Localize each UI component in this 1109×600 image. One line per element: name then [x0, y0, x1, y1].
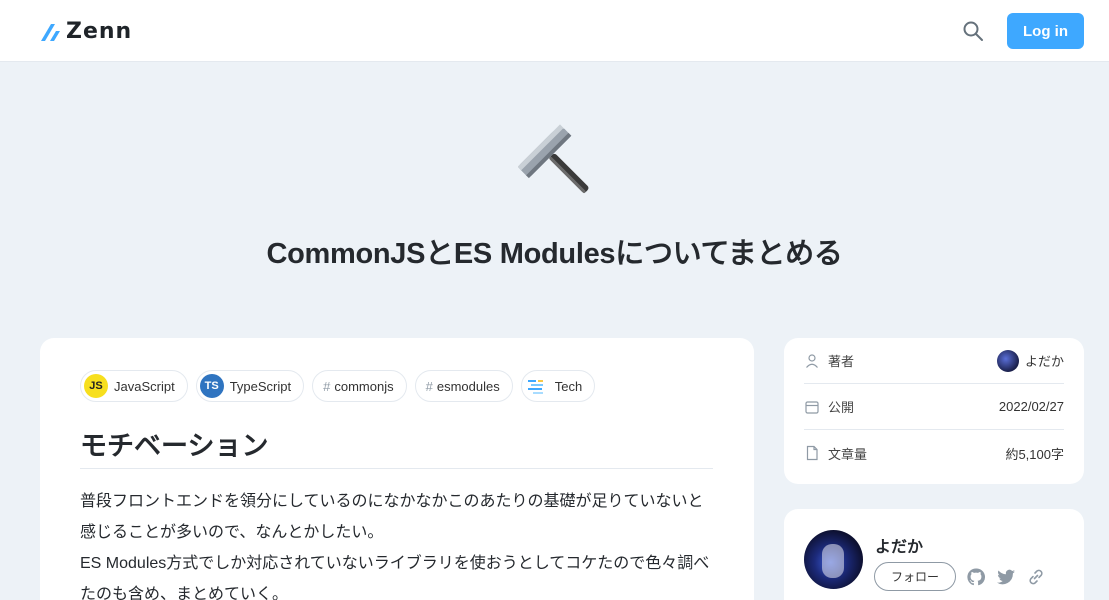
javascript-icon: JS — [84, 374, 108, 398]
tag-label: JavaScript — [114, 378, 175, 394]
tag-label: esmodules — [436, 378, 500, 394]
user-icon — [806, 353, 818, 368]
hash-icon: # — [425, 378, 433, 394]
author-card: よだか フォロー — [784, 509, 1084, 600]
tag-esmodules[interactable]: # esmodules — [414, 370, 513, 402]
follow-button[interactable]: フォロー — [874, 562, 956, 591]
article-meta-card: 著者 よだか 公開 2022/02/27 文章量 約5,100字 — [784, 338, 1084, 484]
site-header: Zenn Log in — [0, 0, 1109, 62]
zenn-logo[interactable]: Zenn — [40, 19, 132, 44]
article-paragraphs: 普段フロントエンドを領分にしているのになかなかこのあたりの基礎が足りていないと感… — [80, 486, 713, 600]
login-button[interactable]: Log in — [1007, 13, 1084, 49]
meta-row-published: 公開 2022/02/27 — [804, 384, 1064, 430]
avatar — [996, 349, 1019, 372]
tech-icon — [527, 380, 543, 394]
link-icon[interactable] — [1026, 567, 1046, 587]
zenn-logo-icon — [41, 23, 60, 41]
tag-label: commonjs — [334, 378, 394, 394]
author-name: よだか — [1024, 354, 1064, 369]
heading-divider — [80, 468, 713, 469]
document-icon — [806, 445, 818, 461]
tag-label: TypeScript — [229, 378, 292, 394]
github-icon[interactable] — [966, 567, 986, 587]
tag-javascript[interactable]: JS JavaScript — [80, 370, 188, 402]
section-heading: モチベーション — [80, 431, 269, 461]
article-length: 約5,100字 — [1005, 446, 1064, 462]
author-card-name[interactable]: よだか — [875, 533, 923, 557]
logo-text: Zenn — [66, 19, 133, 44]
calendar-icon — [805, 400, 819, 414]
author-avatar[interactable] — [804, 530, 863, 589]
tag-label: Tech — [554, 378, 583, 394]
tag-commonjs[interactable]: # commonjs — [312, 370, 407, 402]
hammer-emoji-icon — [518, 124, 589, 194]
published-date: 2022/02/27 — [998, 399, 1064, 414]
hash-icon: # — [323, 378, 331, 394]
article-title: CommonJSとES Modulesについてまとめる — [266, 238, 843, 270]
meta-label: 文章量 — [828, 446, 868, 462]
paragraph: 普段フロントエンドを領分にしているのになかなかこのあたりの基礎が足りていないと感… — [80, 493, 704, 541]
tag-tech[interactable]: Tech — [520, 370, 596, 402]
twitter-icon[interactable] — [996, 567, 1016, 587]
tag-typescript[interactable]: TS TypeScript — [195, 370, 305, 402]
typescript-icon: TS — [199, 374, 224, 398]
search-icon[interactable] — [962, 20, 984, 42]
meta-label: 公開 — [828, 400, 855, 415]
paragraph: ES Modules方式でしか対応されていないライブラリを使おうとしてコケたので… — [80, 555, 710, 600]
article-body-card: JS JavaScript TS TypeScript # commonjs #… — [40, 338, 754, 600]
author-link[interactable]: よだか — [996, 349, 1064, 372]
tag-list: JS JavaScript TS TypeScript # commonjs #… — [80, 370, 596, 402]
meta-row-length: 文章量 約5,100字 — [804, 430, 1064, 476]
meta-label: 著者 — [828, 354, 855, 369]
meta-row-author: 著者 よだか — [804, 338, 1064, 384]
